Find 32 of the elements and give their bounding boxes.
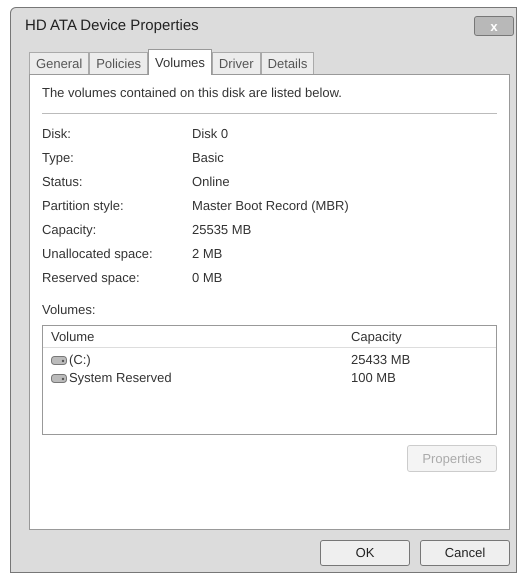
property-label: Reserved space: bbox=[42, 268, 141, 287]
drive-icon bbox=[51, 356, 67, 364]
property-value: Disk 0 bbox=[192, 124, 228, 143]
column-header[interactable]: Volume bbox=[43, 326, 343, 346]
tab[interactable]: Volumes bbox=[148, 49, 212, 75]
property-label: Type: bbox=[42, 148, 75, 167]
tab[interactable]: General bbox=[29, 52, 90, 74]
tab[interactable]: Policies bbox=[89, 52, 148, 74]
property-value: 0 MB bbox=[192, 268, 222, 287]
drive-label[interactable]: System Reserved bbox=[69, 368, 172, 388]
tab[interactable]: Driver bbox=[212, 52, 261, 74]
property-label: Status: bbox=[42, 172, 84, 191]
property-label: Disk: bbox=[42, 124, 72, 143]
volumes-label: Volumes: bbox=[42, 300, 96, 318]
volume-capacity: 100 MB bbox=[350, 369, 396, 388]
property-label: Unallocated space: bbox=[42, 244, 154, 263]
dialog-button[interactable]: OK bbox=[320, 540, 410, 566]
property-value: Online bbox=[192, 172, 230, 191]
window-title: HD ATA Device Properties bbox=[25, 16, 199, 36]
volume-capacity: 25433 MB bbox=[350, 351, 410, 370]
drive-icon bbox=[51, 374, 67, 382]
column-header[interactable]: Capacity bbox=[343, 326, 402, 346]
property-value: 25535 MB bbox=[192, 220, 252, 239]
tab[interactable]: Details bbox=[260, 52, 314, 74]
property-value: Master Boot Record (MBR) bbox=[192, 196, 349, 215]
dialog-button[interactable]: Cancel bbox=[420, 540, 510, 566]
property-label: Capacity: bbox=[42, 220, 98, 239]
property-label: Partition style: bbox=[42, 196, 125, 215]
property-value: 2 MB bbox=[192, 244, 222, 263]
drive-label[interactable]: (C:) bbox=[69, 350, 91, 370]
intro-text: The volumes contained on this disk are listed below. bbox=[42, 84, 343, 102]
property-value: Basic bbox=[192, 148, 224, 167]
